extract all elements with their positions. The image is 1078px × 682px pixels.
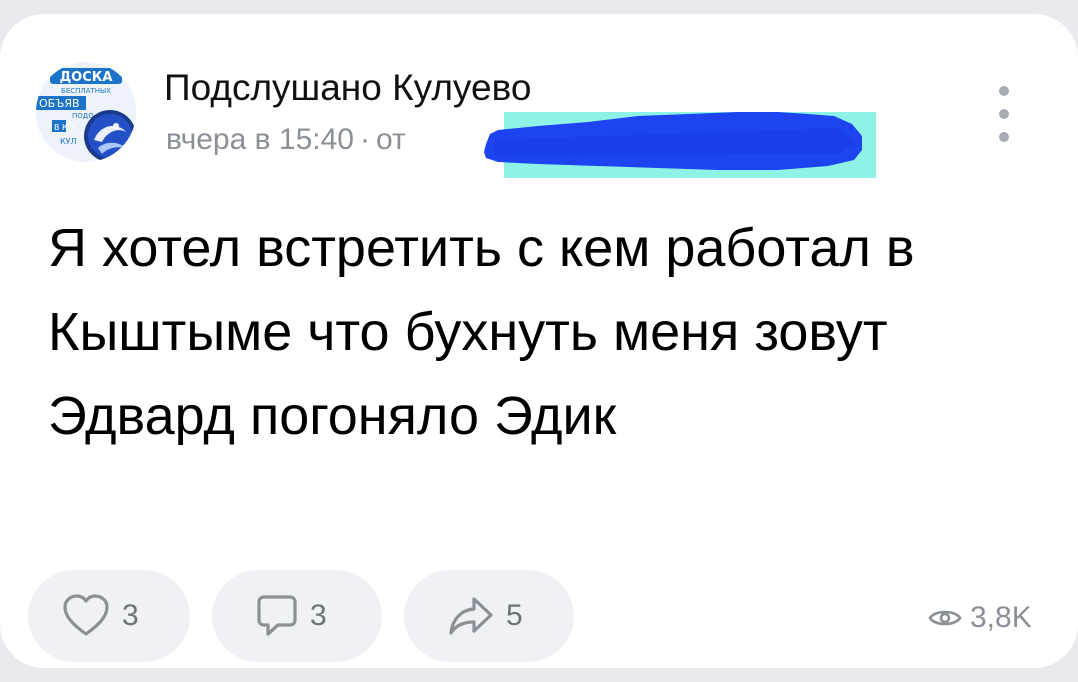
post-text: Я хотел встретить с кем работал в Кыштым…: [48, 218, 915, 446]
redaction-scribble: [484, 112, 876, 178]
like-count: 3: [122, 599, 139, 632]
more-dot: [999, 86, 1009, 96]
avatar-text-line: В КО: [54, 123, 74, 132]
views-count: 3,8K: [970, 601, 1032, 634]
comment-button[interactable]: 3: [212, 570, 382, 662]
community-avatar[interactable]: ДОСКА БЕСПЛАТНЫХ ОБЪЯВ ПОДО В КО КУЛ: [36, 62, 136, 162]
avatar-text-line: ОБЪЯВ: [39, 97, 80, 110]
heart-outline-icon: [63, 594, 109, 636]
share-count: 5: [506, 599, 523, 632]
share-button[interactable]: 5: [404, 570, 574, 662]
avatar-image: ДОСКА БЕСПЛАТНЫХ ОБЪЯВ ПОДО В КО КУЛ: [36, 62, 136, 162]
post-meta: вчера в 15:40 · от: [166, 122, 406, 158]
post-timestamp: вчера в 15:40: [166, 123, 354, 156]
post-card: ДОСКА БЕСПЛАТНЫХ ОБЪЯВ ПОДО В КО КУЛ Под…: [0, 14, 1078, 668]
more-dot: [999, 132, 1009, 142]
avatar-text-line: ДОСКА: [60, 70, 113, 85]
more-dot: [999, 109, 1009, 119]
eye-icon: [928, 610, 962, 626]
like-button[interactable]: 3: [28, 570, 190, 662]
speech-bubble-icon: [257, 595, 297, 636]
avatar-text-line: БЕСПЛАТНЫХ: [61, 87, 111, 95]
avatar-text-line: КУЛ: [60, 137, 77, 146]
community-name[interactable]: Подслушано Кулуево: [164, 66, 531, 110]
views-counter: 3,8K: [928, 598, 1032, 638]
meta-separator: ·: [359, 123, 370, 156]
post-from-prefix: от: [375, 123, 406, 156]
more-options-button[interactable]: [988, 86, 1020, 142]
comment-count: 3: [310, 599, 327, 632]
share-arrow-icon: [449, 597, 493, 635]
